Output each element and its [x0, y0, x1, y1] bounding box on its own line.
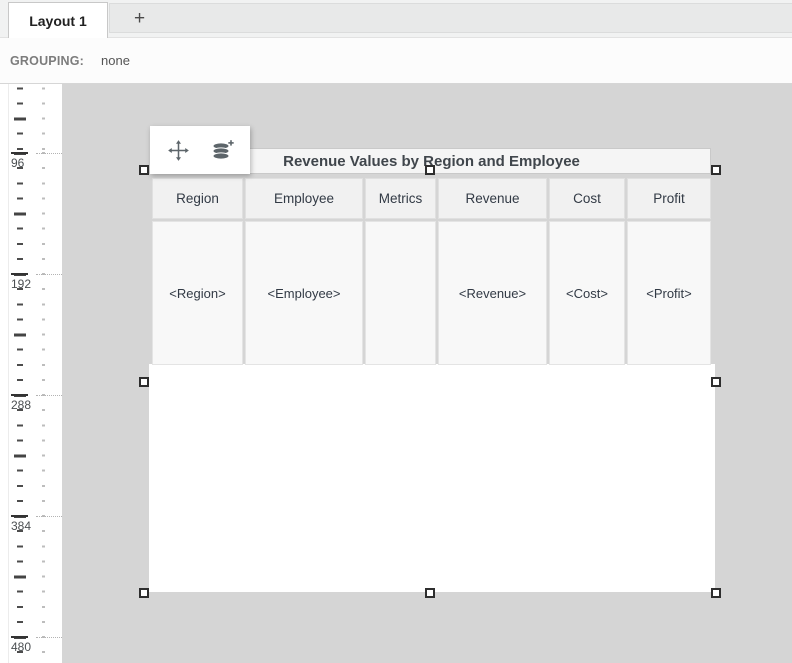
selection-handle-mid-right[interactable]	[711, 377, 721, 387]
design-canvas[interactable]: 96 192 288 384 480 Revenue Values by Reg…	[0, 84, 792, 663]
data-cell-cost[interactable]: <Cost>	[549, 221, 625, 365]
ruler-marker-288: 288	[0, 395, 62, 415]
header-cell-employee[interactable]: Employee	[245, 178, 363, 219]
data-cell-employee[interactable]: <Employee>	[245, 221, 363, 365]
ruler-dotted-line	[36, 395, 62, 396]
header-cell-cost[interactable]: Cost	[549, 178, 625, 219]
selection-handle-bottom-center[interactable]	[425, 588, 435, 598]
grouping-value[interactable]: none	[101, 53, 130, 68]
data-cell-revenue[interactable]: <Revenue>	[438, 221, 547, 365]
data-cell-region[interactable]: <Region>	[152, 221, 243, 365]
widget-popup-toolbar	[150, 126, 250, 174]
selection-handle-mid-left[interactable]	[139, 377, 149, 387]
ruler-marker-96: 96	[0, 153, 62, 173]
selection-handle-bottom-left[interactable]	[139, 588, 149, 598]
header-cell-region[interactable]: Region	[152, 178, 243, 219]
tab-strip: +	[109, 3, 792, 33]
ruler-dotted-line	[36, 637, 62, 638]
table-header-row: Region Employee Metrics Revenue Cost Pro…	[152, 178, 711, 219]
ruler-marker-480: 480	[0, 637, 62, 657]
report-designer: Layout 1 + GROUPING: none 96 192	[0, 0, 792, 663]
vertical-ruler: 96 192 288 384 480	[0, 84, 62, 663]
move-icon[interactable]	[167, 139, 190, 162]
header-cell-revenue[interactable]: Revenue	[438, 178, 547, 219]
ruler-marker-384: 384	[0, 516, 62, 536]
ruler-marker-192: 192	[0, 274, 62, 294]
ruler-label: 480	[11, 640, 31, 654]
header-cell-profit[interactable]: Profit	[627, 178, 711, 219]
selection-handle-top-left[interactable]	[139, 165, 149, 175]
grouping-label: GROUPING:	[10, 54, 84, 68]
data-cell-profit[interactable]: <Profit>	[627, 221, 711, 365]
selection-handle-bottom-right[interactable]	[711, 588, 721, 598]
selection-handle-top-center[interactable]	[425, 165, 435, 175]
ruler-label: 192	[11, 277, 31, 291]
grouping-bar: GROUPING: none	[0, 38, 792, 84]
ruler-label: 384	[11, 519, 31, 533]
table-widget-body[interactable]	[149, 364, 715, 592]
ruler-dotted-line	[36, 274, 62, 275]
layout-tab-bar: Layout 1 +	[0, 0, 792, 38]
ruler-dotted-line	[36, 516, 62, 517]
tab-layout-1[interactable]: Layout 1	[8, 2, 108, 38]
ruler-dotted-line	[36, 153, 62, 154]
table-data-row: <Region> <Employee> <Revenue> <Cost> <Pr…	[152, 221, 711, 365]
tab-layout-1-label: Layout 1	[29, 13, 87, 29]
add-layout-button[interactable]: +	[134, 9, 145, 28]
header-cell-metrics[interactable]: Metrics	[365, 178, 436, 219]
database-add-icon[interactable]	[210, 139, 234, 162]
ruler-label: 96	[11, 156, 24, 170]
selection-handle-top-right[interactable]	[711, 165, 721, 175]
ruler-label: 288	[11, 398, 31, 412]
data-cell-metrics[interactable]	[365, 221, 436, 365]
